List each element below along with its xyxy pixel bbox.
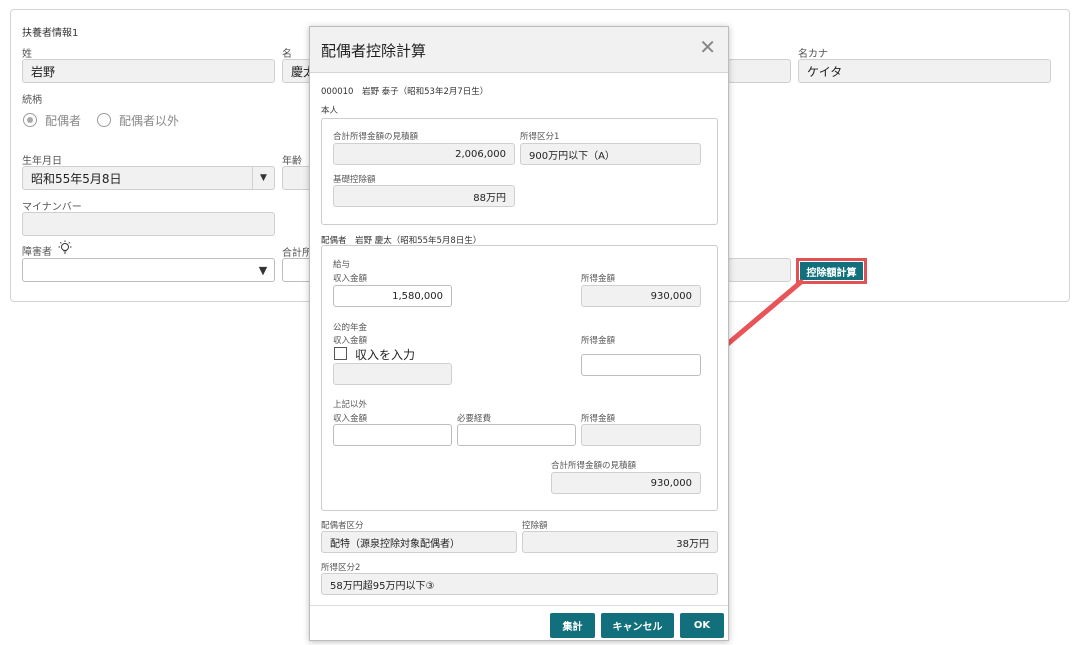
self-income-estimate-label: 合計所得金額の見積額 — [333, 132, 419, 142]
income-class2-field[interactable]: 58万円超95万円以下③ — [321, 573, 718, 595]
relation-radio-spouse[interactable] — [23, 113, 37, 127]
other-income-label: 収入金額 — [333, 414, 368, 424]
basic-deduction-field[interactable]: 88万円 — [333, 185, 515, 207]
other-earned-label: 所得金額 — [581, 414, 616, 424]
dialog-header: 配偶者控除計算 ✕ — [310, 27, 728, 73]
dialog-footer-divider — [310, 605, 728, 606]
disability-label: 障害者 — [22, 247, 52, 258]
birthdate-select[interactable]: 昭和55年5月8日 ▼ — [22, 166, 275, 190]
total-income-label: 合計所 — [282, 248, 312, 259]
spouse-estimate-label: 合計所得金額の見積額 — [551, 461, 637, 471]
relation-radio-other[interactable] — [97, 113, 111, 127]
other-label: 上記以外 — [333, 400, 368, 410]
mynumber-field[interactable] — [22, 212, 275, 236]
chevron-down-icon: ▼ — [258, 263, 268, 277]
salary-label: 給与 — [333, 260, 351, 270]
deduction-label: 控除額 — [522, 521, 548, 531]
ok-button[interactable]: OK — [680, 613, 724, 638]
other-income-input[interactable] — [333, 424, 452, 446]
self-income-class-label: 所得区分1 — [520, 132, 560, 142]
last-name-label: 姓 — [22, 49, 32, 60]
disability-select[interactable]: ▼ — [22, 258, 275, 282]
self-income-class-field[interactable]: 900万円以下（A） — [520, 143, 701, 165]
pension-checkbox-label: 収入を入力 — [355, 348, 416, 362]
pension-earned-field[interactable] — [581, 354, 701, 376]
salary-income-label: 収入金額 — [333, 274, 368, 284]
cancel-button[interactable]: キャンセル — [601, 613, 674, 638]
birthdate-label: 生年月日 — [22, 156, 62, 167]
dialog-title: 配偶者控除計算 — [321, 42, 427, 60]
pension-income-label: 収入金額 — [333, 336, 368, 346]
salary-earned-field[interactable]: 930,000 — [581, 285, 701, 307]
relation-option-other: 配偶者以外 — [119, 114, 180, 128]
lightbulb-icon[interactable] — [57, 240, 73, 256]
spouse-estimate-field[interactable]: 930,000 — [551, 472, 701, 494]
other-expense-label: 必要経費 — [457, 414, 492, 424]
pension-income-field[interactable] — [333, 363, 452, 385]
income-class2-label: 所得区分2 — [321, 563, 361, 573]
pension-earned-label: 所得金額 — [581, 336, 616, 346]
deduction-field[interactable]: 38万円 — [522, 531, 718, 553]
age-label: 年齢 — [282, 156, 302, 167]
salary-income-input[interactable]: 1,580,000 — [333, 285, 452, 307]
pension-label: 公的年金 — [333, 323, 368, 333]
first-kana-label: 名カナ — [798, 49, 828, 60]
other-earned-field[interactable] — [581, 424, 701, 446]
spouse-class-field[interactable]: 配特（源泉控除対象配偶者） — [321, 531, 517, 553]
first-name-label: 名 — [282, 49, 292, 60]
employee-line: 000010 岩野 泰子（昭和53年2月7日生） — [321, 87, 489, 97]
last-kana-field[interactable] — [728, 59, 791, 83]
other-expense-input[interactable] — [457, 424, 576, 446]
salary-earned-label: 所得金額 — [581, 274, 616, 284]
pension-income-checkbox[interactable] — [334, 347, 347, 360]
mynumber-label: マイナンバー — [22, 202, 82, 213]
self-income-estimate-field[interactable]: 2,006,000 — [333, 143, 515, 165]
last-name-field[interactable]: 岩野 — [22, 59, 275, 83]
section-title: 扶養者情報1 — [22, 28, 79, 39]
birthdate-value: 昭和55年5月8日 — [31, 171, 122, 186]
total-button[interactable]: 集計 — [550, 613, 595, 638]
spouse-class-label: 配偶者区分 — [321, 521, 364, 531]
close-icon[interactable]: ✕ — [699, 37, 716, 57]
relation-label: 続柄 — [22, 95, 42, 106]
basic-deduction-label: 基礎控除額 — [333, 175, 376, 185]
relation-option-spouse: 配偶者 — [45, 114, 82, 128]
spouse-deduction-dialog: 配偶者控除計算 ✕ 000010 岩野 泰子（昭和53年2月7日生） 本人 合計… — [309, 26, 729, 641]
self-section-label: 本人 — [321, 106, 339, 116]
chevron-down-icon: ▼ — [252, 167, 274, 189]
first-kana-field[interactable]: ケイタ — [798, 59, 1051, 83]
